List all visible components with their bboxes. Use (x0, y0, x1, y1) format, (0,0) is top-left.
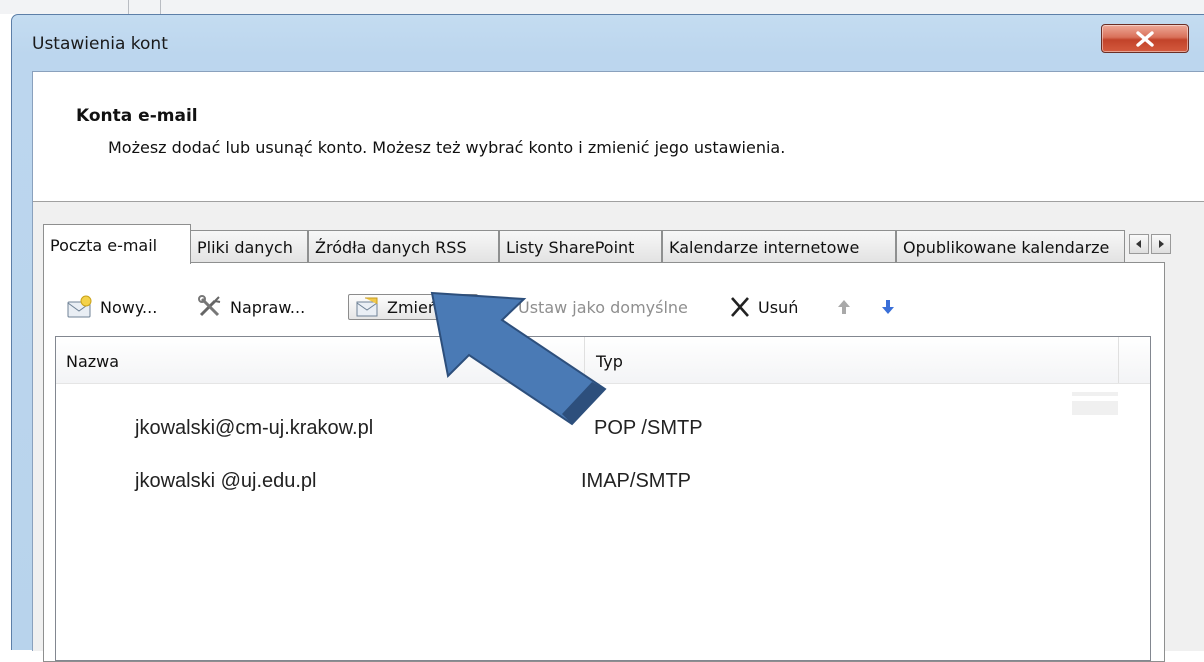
window-title: Ustawienia kont (32, 34, 168, 54)
dialog-client-area: Konta e-mail Możesz dodać lub usunąć kon… (32, 71, 1204, 662)
tab-label: Listy SharePoint (506, 238, 635, 257)
account-type[interactable]: POP /SMTP (594, 417, 703, 440)
strip-separator (128, 0, 129, 14)
change-button[interactable]: Zmień... (348, 294, 478, 320)
tab-label: Opublikowane kalendarze (903, 238, 1110, 257)
tab-sharepoint-lists[interactable]: Listy SharePoint (499, 230, 662, 262)
delete-icon (731, 297, 749, 317)
new-account-label: Nowy... (100, 297, 158, 317)
new-account-button[interactable]: Nowy... (66, 294, 157, 320)
tab-published-calendars[interactable]: Opublikowane kalendarze (896, 230, 1125, 262)
column-type-header[interactable]: Typ (596, 352, 623, 371)
chevron-right-icon (1159, 240, 1164, 248)
section-title: Konta e-mail (76, 106, 198, 126)
list-header: Nazwa Typ (56, 337, 1150, 384)
set-default-button[interactable]: Ustaw jako domyślne (488, 294, 688, 320)
move-up-button[interactable] (836, 294, 852, 320)
tab-email[interactable]: Poczta e-mail (43, 224, 191, 264)
column-separator[interactable] (584, 337, 585, 383)
scroll-stub (1072, 401, 1118, 415)
email-tab-page: Nowy... Napraw... Zmień... Ustaw jako do… (43, 262, 1165, 662)
delete-button[interactable]: Usuń (728, 294, 798, 320)
tab-rss-feeds[interactable]: Źródła danych RSS (308, 230, 499, 262)
account-name[interactable]: jkowalski @uj.edu.pl (135, 470, 317, 493)
tab-scroll-left[interactable] (1129, 234, 1149, 254)
set-default-label: Ustaw jako domyślne (518, 297, 688, 317)
section-description: Możesz dodać lub usunąć konto. Możesz te… (108, 138, 786, 157)
delete-label: Usuń (758, 297, 799, 317)
repair-label: Napraw... (230, 297, 306, 317)
account-settings-window: Ustawienia kont Konta e-mail Możesz doda… (11, 14, 1204, 662)
new-mail-icon (67, 295, 92, 318)
check-icon (492, 299, 508, 315)
edit-mail-icon (356, 297, 378, 317)
dialog-header: Konta e-mail Możesz dodać lub usunąć kon… (33, 72, 1204, 202)
strip-separator (160, 0, 161, 14)
change-label: Zmień... (387, 297, 454, 317)
tab-label: Poczta e-mail (50, 236, 158, 255)
account-type[interactable]: IMAP/SMTP (581, 470, 691, 493)
close-button[interactable] (1101, 24, 1189, 53)
tab-label: Pliki danych (197, 238, 293, 257)
chevron-left-icon (1136, 240, 1141, 248)
column-name-header[interactable]: Nazwa (66, 352, 119, 371)
tab-data-files[interactable]: Pliki danych (190, 230, 308, 262)
tab-scroll-right[interactable] (1151, 234, 1171, 254)
tab-label: Źródła danych RSS (315, 238, 467, 257)
background-window-strip (0, 0, 1204, 14)
tab-label: Kalendarze internetowe (669, 238, 860, 257)
repair-button[interactable]: Napraw... (196, 294, 305, 320)
close-icon (1136, 31, 1154, 47)
tab-internet-calendars[interactable]: Kalendarze internetowe (662, 230, 896, 262)
arrow-down-icon (882, 300, 894, 314)
accounts-list[interactable]: Nazwa Typ jkowalski@cm-uj.krakow.pl POP … (55, 336, 1151, 661)
move-down-button[interactable] (880, 294, 896, 320)
account-name[interactable]: jkowalski@cm-uj.krakow.pl (135, 417, 373, 440)
arrow-up-icon (838, 300, 850, 314)
scroll-stub (1072, 392, 1118, 396)
wrench-icon (198, 295, 221, 317)
column-separator[interactable] (1118, 337, 1119, 383)
